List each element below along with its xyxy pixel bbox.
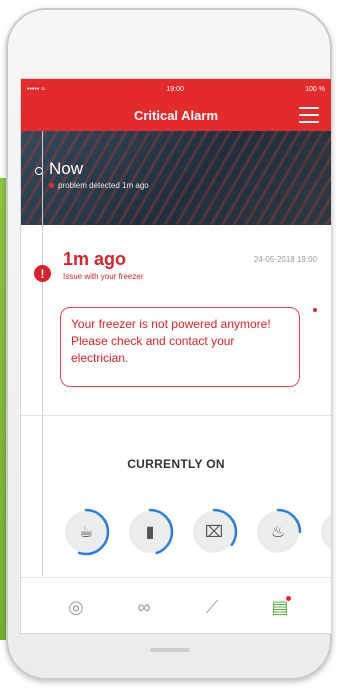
nav-bar: Critical Alarm [21,99,331,131]
status-bar: ••••• ≈ 19:00 100 % [21,79,331,99]
appliance-progress-ring [254,508,302,556]
home-indicator [150,648,190,652]
hero-title: Now [49,159,84,178]
alarm-message-box[interactable]: Your freezer is not powered anymore! Ple… [60,307,300,387]
timeline-line [42,131,43,576]
appliance-progress-ring [126,508,174,556]
hero-banner: Now problem detected 1m ago [21,131,331,225]
appliance-item[interactable]: ⌧ [190,508,238,556]
hero-subtitle-text: problem detected 1m ago [58,181,149,190]
appliance-item[interactable]: ♨ [254,508,302,556]
currently-on-heading: CURRENTLY ON [127,457,225,471]
signal-indicator: ••••• ≈ [27,85,46,93]
devices-icon: ∞ [137,596,151,617]
appliance-list: ☕ ▮ ⌧ ♨ ▯ [62,508,331,561]
battery-indicator: 100 % [305,85,325,93]
status-time: 19:00 [166,85,184,93]
hero-subtitle: problem detected 1m ago [49,181,149,190]
alarm-timestamp: 24-05-2018 19:00 [253,255,317,264]
alert-exclamation-icon: ! [34,265,51,282]
tab-bar: ◎ ∞ ⟋ ▤ [21,577,331,633]
hamburger-menu-icon[interactable] [299,107,319,123]
appliance-progress-ring [190,508,238,556]
tab-chart[interactable]: ⟋ [199,594,225,620]
divider [21,415,331,416]
unread-dot-icon [313,308,317,312]
alert-dot-icon [49,183,54,188]
app-screen: ••••• ≈ 19:00 100 % Critical Alarm Now p… [20,78,332,634]
appliance-item[interactable]: ▮ [126,508,174,556]
home-icon: ◎ [68,596,84,617]
chart-icon: ⟋ [205,596,219,617]
tab-devices[interactable]: ∞ [131,594,157,620]
alarm-time-ago: 1m ago [63,249,127,269]
appliance-progress-ring [318,508,331,556]
appliance-progress-ring [62,508,110,556]
page-title: Critical Alarm [133,107,219,123]
alarm-issue: Issue with your freezer [63,272,144,281]
alarm-message-text: Your freezer is not powered anymore! Ple… [71,317,271,365]
appliance-item[interactable]: ☕ [62,508,110,556]
tab-home[interactable]: ◎ [63,594,89,620]
notification-badge [286,596,291,601]
appliance-item[interactable]: ▯ [318,508,331,556]
tab-notifications[interactable]: ▤ [267,594,293,620]
